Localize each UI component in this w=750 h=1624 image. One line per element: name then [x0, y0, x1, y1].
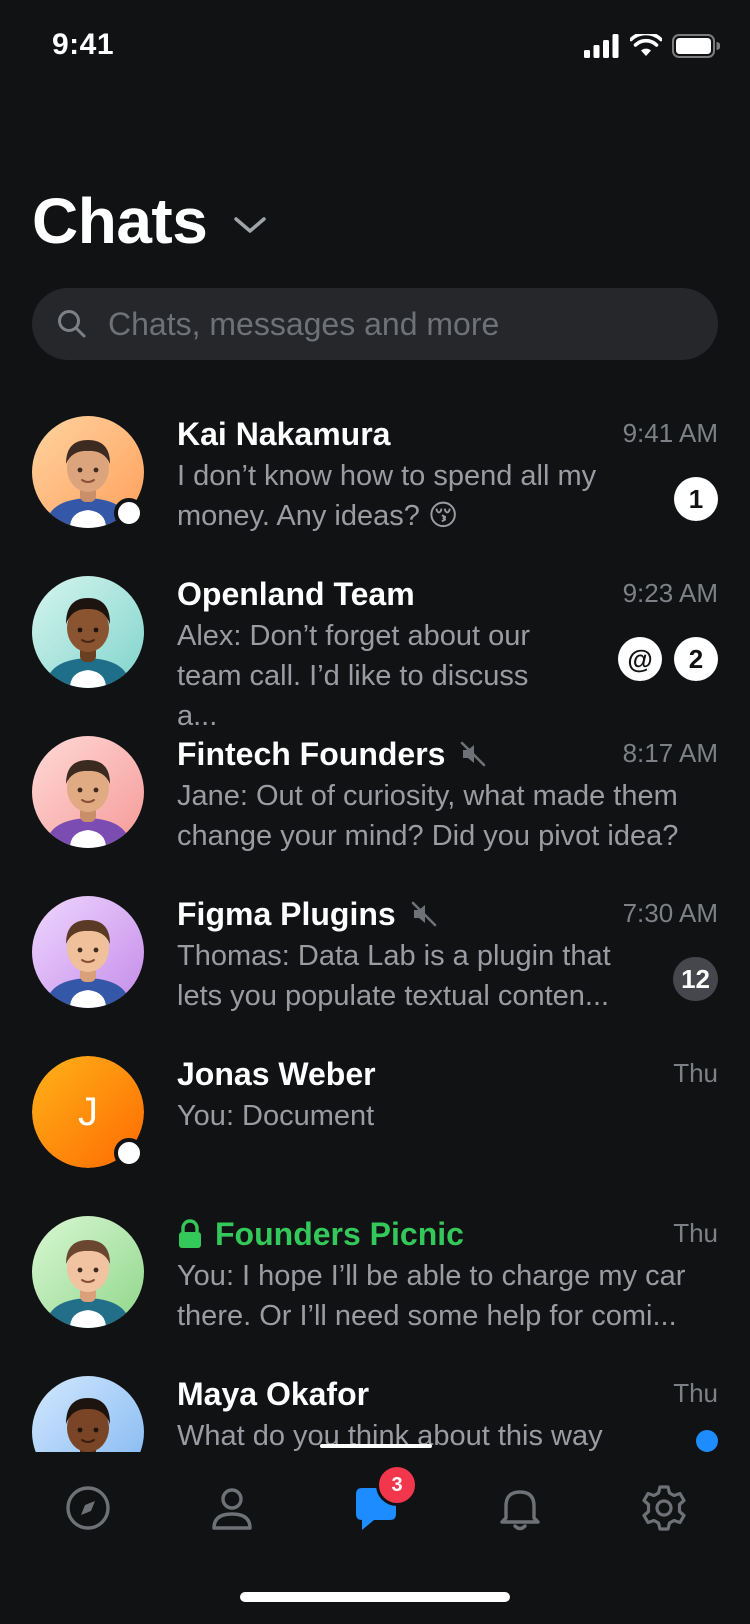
search-icon: [58, 310, 86, 338]
tab-notifications[interactable]: [494, 1482, 546, 1534]
chat-name: Fintech Founders: [177, 735, 446, 772]
search-input[interactable]: [108, 305, 668, 343]
chat-name: Maya Okafor: [177, 1375, 370, 1412]
chat-name-row: Maya Okafor: [177, 1372, 718, 1416]
chevron-down-icon[interactable]: [233, 215, 267, 235]
chat-preview: Alex: Don’t forget about our team call. …: [177, 620, 531, 732]
unread-badges: 12: [673, 957, 718, 1001]
mute-icon: [411, 901, 436, 927]
home-indicator[interactable]: [240, 1592, 510, 1602]
chat-time: 7:30 AM: [622, 898, 718, 928]
chat-name: Jonas Weber: [177, 1055, 376, 1092]
chat-row-kai-nakamura[interactable]: Kai Nakamura 9:41 AM I don’t know how to…: [0, 400, 750, 560]
person-icon: [212, 1488, 252, 1530]
compass-icon: [66, 1486, 110, 1530]
chat-time: Thu: [673, 1378, 718, 1408]
status-bar: 9:41: [0, 0, 750, 92]
chat-time: 8:17 AM: [622, 738, 718, 768]
tab-chats[interactable]: 3: [350, 1464, 418, 1534]
lock-icon: [179, 1219, 201, 1248]
unread-count-badge: 2: [674, 637, 718, 681]
avatar: [32, 736, 144, 848]
chat-preview: Thomas: Data Lab is a plugin that lets y…: [177, 940, 611, 1012]
chat-row-founders-picnic[interactable]: Founders Picnic Thu You: I hope I’ll be …: [0, 1200, 750, 1360]
status-icons: [584, 34, 720, 58]
status-time: 9:41: [52, 28, 115, 61]
chat-time: Thu: [673, 1218, 718, 1248]
chat-row-jonas-weber[interactable]: J Jonas Weber Thu You: Document: [0, 1040, 750, 1200]
unread-count-badge: 12: [673, 957, 718, 1001]
mute-icon: [461, 741, 486, 767]
tab-indicator: [320, 1444, 432, 1448]
chat-name: Figma Plugins: [177, 895, 396, 932]
unread-count-badge: 1: [674, 477, 718, 521]
avatar: [32, 576, 144, 688]
wifi-icon: [630, 34, 662, 56]
tab-discover[interactable]: [62, 1482, 114, 1534]
chat-preview: You: I hope I’ll be able to charge my ca…: [177, 1260, 686, 1332]
chat-row-fintech-founders[interactable]: Fintech Founders 8:17 AM Jane: Out of cu…: [0, 720, 750, 880]
bell-icon: [500, 1490, 540, 1531]
avatar: [32, 896, 144, 1008]
online-indicator: [114, 1138, 144, 1168]
chat-preview: I don’t know how to spend all my money. …: [177, 460, 597, 532]
gear-icon: [642, 1485, 686, 1531]
chat-list: Kai Nakamura 9:41 AM I don’t know how to…: [0, 400, 750, 1452]
chat-name: Openland Team: [177, 575, 415, 612]
cellular-signal-icon: [584, 34, 619, 58]
page-title: Chats: [32, 185, 208, 257]
avatar: [32, 1376, 144, 1452]
chat-row-openland-team[interactable]: Openland Team 9:23 AM Alex: Don’t forget…: [0, 560, 750, 732]
search-bar[interactable]: [32, 288, 718, 360]
tab-profile[interactable]: [206, 1482, 258, 1534]
unread-badges: 1: [674, 477, 718, 521]
chat-time: 9:41 AM: [622, 418, 718, 448]
mention-badge: @: [618, 637, 662, 681]
chat-row-maya-okafor[interactable]: Maya Okafor Thu What do you think about …: [0, 1360, 750, 1452]
chats-screen: 9:41 Chats Chats, messages and more Kai …: [0, 0, 750, 1624]
chat-preview: Jane: Out of curiosity, what made them c…: [177, 780, 679, 852]
online-indicator: [114, 498, 144, 528]
unread-badges: @ 2: [618, 637, 718, 681]
chat-name-row: Jonas Weber: [177, 1052, 718, 1096]
battery-icon: [672, 34, 720, 58]
chat-preview: You: Document: [177, 1100, 375, 1132]
avatar: [32, 1216, 144, 1328]
chat-name-row: Founders Picnic: [177, 1212, 718, 1256]
chat-row-figma-plugins[interactable]: Figma Plugins 7:30 AM Thomas: Data Lab i…: [0, 880, 750, 1040]
chat-time: Thu: [673, 1058, 718, 1088]
tab-settings[interactable]: [638, 1482, 690, 1534]
chat-time: 9:23 AM: [622, 578, 718, 608]
tab-unread-badge: 3: [376, 1464, 418, 1506]
chat-name: Kai Nakamura: [177, 415, 391, 452]
chat-name: Founders Picnic: [215, 1215, 464, 1252]
unread-dot: [696, 1430, 718, 1452]
chats-header: Chats: [32, 186, 267, 256]
